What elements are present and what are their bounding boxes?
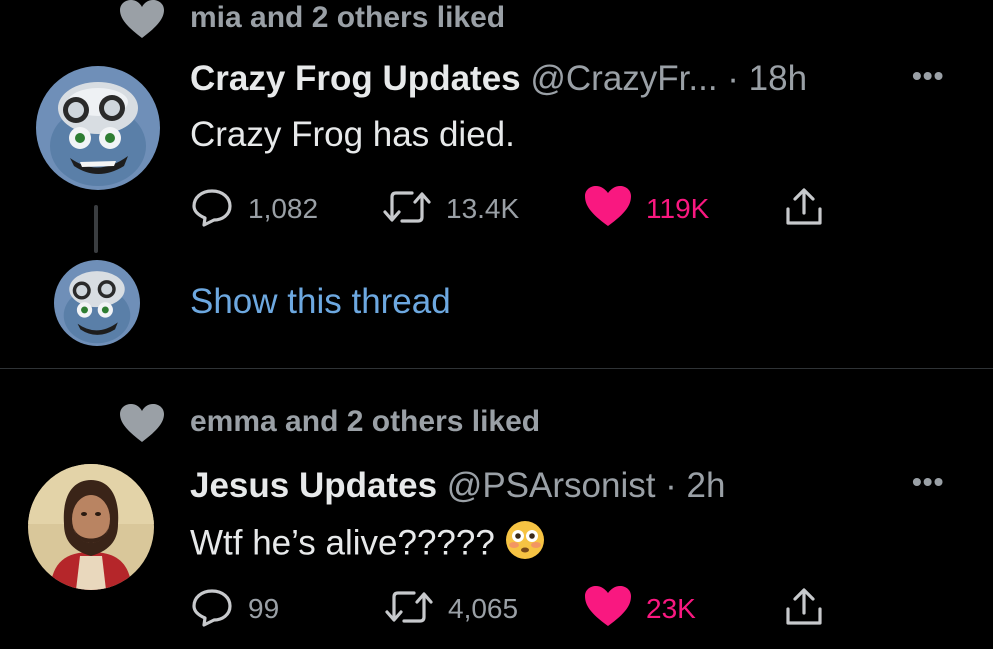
reply-icon	[190, 585, 234, 634]
share-button[interactable]	[782, 584, 826, 634]
handle-and-time[interactable]: @PSArsonist · 2h	[447, 466, 726, 505]
crazy-frog-avatar-small[interactable]	[54, 260, 140, 346]
retweet-count: 13.4K	[446, 193, 520, 224]
reply-count: 99	[248, 593, 280, 624]
social-context: mia and 2 others liked	[120, 0, 505, 40]
heart-icon	[120, 404, 164, 444]
show-thread-link[interactable]: Show this thread	[190, 281, 451, 323]
like-button[interactable]: 119K	[584, 184, 709, 234]
tweet-text-content: Wtf he’s alive?????	[190, 523, 495, 563]
tweet-actions: 99 4,065 23K	[190, 584, 850, 634]
tweet-jesus-updates[interactable]: emma and 2 others liked Jesus Updates @P…	[0, 370, 993, 649]
display-name[interactable]: Jesus Updates	[190, 466, 437, 505]
more-icon[interactable]: •••	[912, 60, 944, 92]
retweet-button[interactable]: 4,065	[384, 584, 518, 634]
share-icon	[782, 185, 826, 234]
tweet-text: Crazy Frog has died.	[190, 115, 515, 154]
share-icon	[782, 585, 826, 634]
social-context-text: mia and 2 others liked	[190, 1, 506, 34]
heart-icon	[120, 0, 164, 40]
jesus-portrait-avatar[interactable]	[28, 464, 154, 590]
reply-count: 1,082	[248, 193, 319, 224]
reply-button[interactable]: 99	[190, 584, 279, 634]
reply-button[interactable]: 1,082	[190, 184, 318, 234]
retweet-count: 4,065	[448, 593, 519, 624]
retweet-icon	[384, 585, 434, 634]
share-button[interactable]	[782, 184, 826, 234]
handle-and-time[interactable]: @CrazyFr... · 18h	[530, 59, 807, 98]
tweet-crazy-frog[interactable]: mia and 2 others liked Crazy Frog Update…	[0, 0, 993, 368]
reply-icon	[190, 185, 234, 234]
tweet-divider	[0, 368, 993, 369]
social-context-text: emma and 2 others liked	[190, 405, 541, 438]
heart-icon	[584, 585, 632, 634]
retweet-icon	[382, 185, 432, 234]
tweet-text: Wtf he’s alive?????	[190, 520, 545, 570]
tweet-actions: 1,082 13.4K 119K	[190, 184, 850, 234]
crazy-frog-avatar[interactable]	[36, 66, 160, 190]
display-name[interactable]: Crazy Frog Updates	[190, 59, 521, 98]
like-button[interactable]: 23K	[584, 584, 696, 634]
like-count: 23K	[646, 593, 696, 624]
heart-icon	[584, 185, 632, 234]
more-icon[interactable]: •••	[912, 466, 944, 498]
flushed-face-emoji	[505, 520, 545, 570]
tweet-header: Crazy Frog Updates @CrazyFr... · 18h	[190, 58, 807, 100]
retweet-button[interactable]: 13.4K	[382, 184, 519, 234]
like-count: 119K	[646, 193, 710, 224]
social-context: emma and 2 others liked	[120, 404, 540, 444]
tweet-header: Jesus Updates @PSArsonist · 2h	[190, 465, 725, 507]
thread-connector-line	[94, 205, 98, 253]
